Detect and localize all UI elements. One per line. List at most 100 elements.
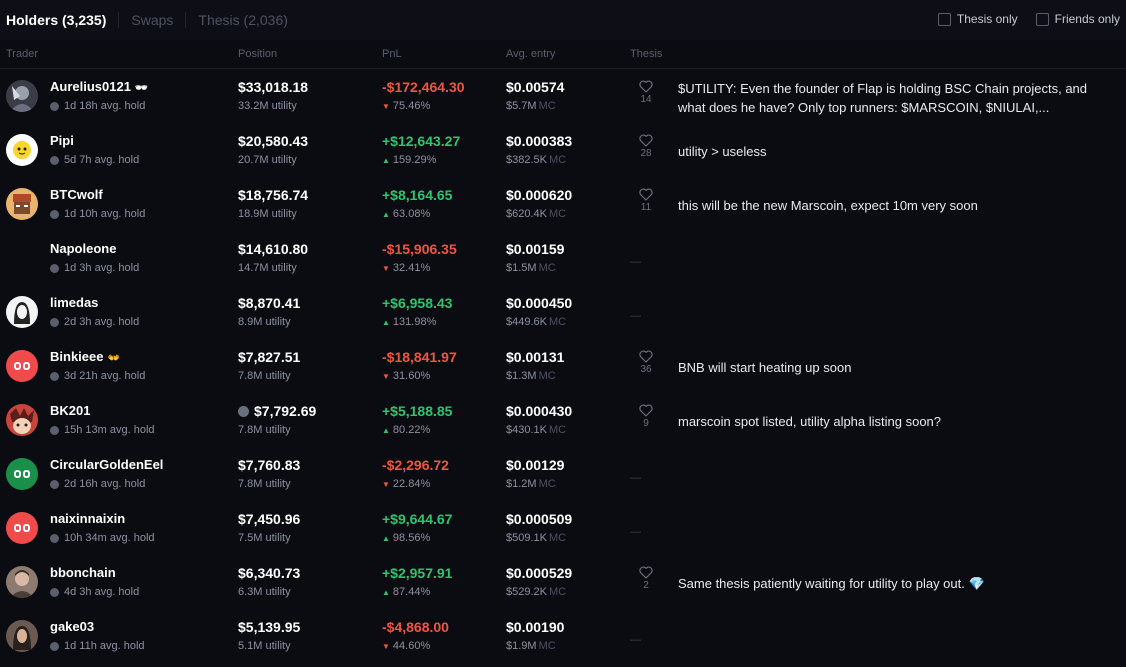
heart-icon [639,350,653,363]
thesis-text[interactable]: $UTILITY: Even the founder of Flap is ho… [678,79,1118,117]
red-avatar[interactable] [6,350,38,382]
friends-only-filter[interactable]: Friends only [1035,12,1120,26]
bk201-avatar[interactable] [6,404,38,436]
table-row[interactable]: CircularGoldenEel 2d 16h avg. hold $7,76… [0,448,1126,502]
thesis-text[interactable]: BNB will start heating up soon [678,358,1118,377]
limedas-avatar[interactable] [6,296,38,328]
trader-name[interactable]: CircularGoldenEel [50,457,163,472]
column-avg-entry[interactable]: Avg. entry [506,48,555,60]
trader-name[interactable]: naixinnaixin [50,511,125,526]
tab-swaps[interactable]: Swaps [131,0,173,40]
trader-name-text[interactable]: Pipi [50,133,74,148]
avatar-empty [6,242,38,274]
thesis-text[interactable]: Same thesis patiently waiting for utilit… [678,574,1118,593]
trader-name-text[interactable]: Binkieee [50,349,103,364]
trader-name[interactable]: limedas [50,295,98,310]
like-button[interactable]: 28 [634,134,658,159]
pnl-percent-text: 63.08% [392,208,431,220]
avg-hold-text: 2d 16h avg. hold [64,478,146,490]
trader-name-text[interactable]: Aurelius0121 [50,79,131,94]
like-button[interactable]: 36 [634,350,658,375]
table-row[interactable]: gake03 1d 11h avg. hold $5,139.95 5.1M u… [0,610,1126,664]
tab-thesis[interactable]: Thesis (2,036) [198,0,287,40]
pnl-percent: ▼ 44.60% [382,640,430,652]
clock-icon [50,425,59,435]
pnl-value: +$6,958.43 [382,295,453,311]
avg-hold-text: 3d 21h avg. hold [64,370,146,382]
like-button[interactable]: 2 [634,566,658,591]
trader-name-text[interactable]: gake03 [50,619,94,634]
like-button[interactable]: 14 [634,80,658,105]
trader-name-text[interactable]: BK201 [50,403,90,418]
trader-name[interactable]: bbonchain [50,565,116,580]
column-trader[interactable]: Trader [6,48,38,60]
pnl-percent: ▲ 80.22% [382,424,430,436]
table-row[interactable]: bbonchain 4d 3h avg. hold $6,340.73 6.3M… [0,556,1126,610]
trader-name[interactable]: Aurelius0121 🕶 [50,79,148,94]
pnl-percent-text: 22.84% [392,478,431,490]
column-thesis[interactable]: Thesis [630,48,662,60]
avg-hold-text: 2d 3h avg. hold [64,316,140,328]
friends-only-checkbox[interactable] [1035,12,1049,26]
table-row[interactable]: naixinnaixin 10h 34m avg. hold $7,450.96… [0,502,1126,556]
thesis-only-filter[interactable]: Thesis only [937,12,1018,26]
entry-market-cap: $430.1K MC [506,424,566,436]
pipi-avatar[interactable] [6,134,38,166]
column-position[interactable]: Position [238,48,277,60]
like-button[interactable]: 9 [634,404,658,429]
column-pnl[interactable]: PnL [382,48,402,60]
position-value: $7,827.51 [238,349,300,365]
table-row[interactable]: Aurelius0121 🕶 1d 18h avg. hold $33,018.1… [0,70,1126,124]
gake-avatar[interactable] [6,620,38,652]
red-avatar[interactable] [6,512,38,544]
thesis-text[interactable]: utility > useless [678,142,1118,161]
thesis-only-checkbox[interactable] [937,12,951,26]
tab-divider [185,12,187,28]
holders-table: Aurelius0121 🕶 1d 18h avg. hold $33,018.1… [0,70,1126,664]
market-cap-label: MC [548,208,567,220]
table-row[interactable]: Binkieee 👐 3d 21h avg. hold $7,827.51 7.8… [0,340,1126,394]
trader-badge: 🕶 [134,83,148,94]
trader-name-text[interactable]: BTCwolf [50,187,103,202]
trader-name-text[interactable]: bbonchain [50,565,116,580]
avg-entry-price: $0.00131 [506,349,565,365]
trader-name[interactable]: gake03 [50,619,94,634]
tab-holders[interactable]: Holders (3,235) [0,0,106,40]
pnl-percent-text: 75.46% [392,100,431,112]
like-button[interactable]: 11 [634,188,658,213]
position-amount: 5.1M utility [238,640,291,652]
bbonchain-avatar[interactable] [6,566,38,598]
avg-hold-text: 1d 18h avg. hold [64,100,146,112]
like-count: 11 [640,202,652,213]
heart-icon [639,80,653,93]
pnl-value: +$5,188.85 [382,403,453,419]
pnl-percent-text: 32.41% [392,262,431,274]
btcwolf-avatar[interactable] [6,188,38,220]
table-row[interactable]: limedas 2d 3h avg. hold $8,870.41 8.9M u… [0,286,1126,340]
avg-hold-text: 4d 3h avg. hold [64,586,140,598]
thesis-text[interactable]: this will be the new Marscoin, expect 10… [678,196,1118,215]
table-row[interactable]: Pipi 5d 7h avg. hold $20,580.43 20.7M ut… [0,124,1126,178]
market-cap-label: MC [548,424,567,436]
trader-name[interactable]: BTCwolf [50,187,103,202]
trader-name-text[interactable]: limedas [50,295,98,310]
like-count: 9 [643,418,649,429]
table-row[interactable]: Napoleone 1d 3h avg. hold $14,610.80 14.… [0,232,1126,286]
aurelius-avatar[interactable] [6,80,38,112]
avg-hold: 1d 10h avg. hold [50,208,145,220]
trader-name[interactable]: Napoleone [50,241,116,256]
avg-entry-price: $0.000450 [506,295,573,311]
trader-name[interactable]: Pipi [50,133,74,148]
trader-name-text[interactable]: naixinnaixin [50,511,125,526]
pnl-percent-text: 87.44% [392,586,431,598]
green-avatar[interactable] [6,458,38,490]
entry-market-cap: $620.4K MC [506,208,566,220]
thesis-text[interactable]: marscoin spot listed, utility alpha list… [678,412,1118,431]
trader-name[interactable]: BK201 [50,403,90,418]
position-value: $18,756.74 [238,187,308,203]
trader-name[interactable]: Binkieee 👐 [50,349,120,364]
trader-name-text[interactable]: CircularGoldenEel [50,457,163,472]
table-row[interactable]: BK201 15h 13m avg. hold $7,792.69 7.8M u… [0,394,1126,448]
table-row[interactable]: BTCwolf 1d 10h avg. hold $18,756.74 18.9… [0,178,1126,232]
trader-name-text[interactable]: Napoleone [50,241,116,256]
